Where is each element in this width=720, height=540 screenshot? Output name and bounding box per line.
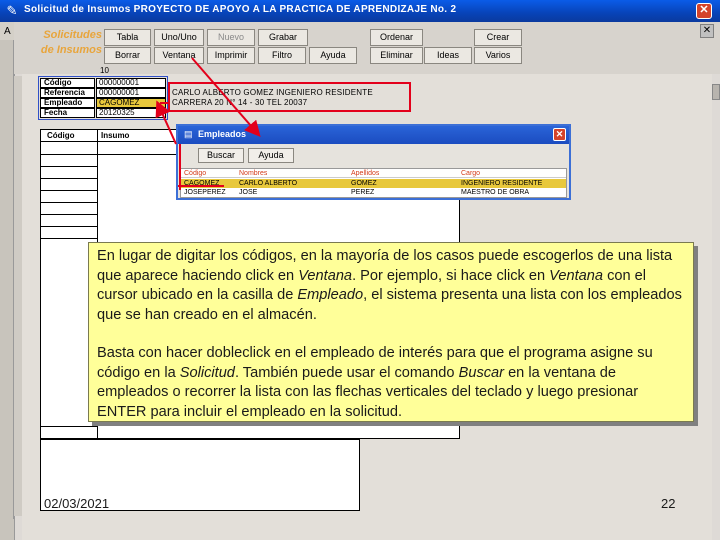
left-sidebar (0, 40, 14, 540)
row-nombres: JOSE (239, 189, 258, 196)
eliminar-button[interactable]: Eliminar (370, 47, 423, 64)
grid-row-line (41, 178, 97, 179)
grid-header-codigo: Código (47, 131, 75, 140)
crear-button[interactable]: Crear (474, 29, 522, 46)
employees-table-header: Código Nombres Apellidos Cargo (181, 169, 566, 178)
title-bar[interactable]: ✎ Solicitud de Insumos PROYECTO DE APOYO… (0, 0, 720, 22)
uno-uno-button[interactable]: Uno/Uno (154, 29, 204, 46)
borrar-button[interactable]: Borrar (104, 47, 151, 64)
dialog-ayuda-button[interactable]: Ayuda (248, 148, 294, 163)
ayuda-button[interactable]: Ayuda (309, 47, 357, 64)
scroll-handle[interactable] (712, 84, 720, 100)
grabar-button[interactable]: Grabar (258, 29, 308, 46)
empleados-dialog: ▤ Empleados ✕ Buscar Ayuda Código Nombre… (176, 124, 571, 200)
slide-page-number: 22 (661, 496, 676, 511)
filtro-button[interactable]: Filtro (258, 47, 306, 64)
form-left-strip (14, 76, 22, 516)
inner-close-icon[interactable]: ✕ (700, 24, 714, 38)
ventana-button[interactable]: Ventana (154, 47, 204, 64)
row-cargo: MAESTRO DE OBRA (461, 189, 530, 196)
slide-date: 02/03/2021 (44, 496, 110, 511)
grid-row-line (41, 166, 97, 167)
grid-row-line (41, 202, 97, 203)
record-number: 10 (100, 66, 109, 75)
grid-row-line (41, 214, 97, 215)
dialog-title: Empleados (198, 129, 247, 139)
grid-row-line (41, 426, 97, 427)
ideas-button[interactable]: Ideas (424, 47, 472, 64)
dialog-close-icon[interactable]: ✕ (553, 128, 566, 141)
varios-button[interactable]: Varios (474, 47, 522, 64)
table-row[interactable]: CAGOMEZ CARLO ALBERTO GOMEZ INGENIERO RE… (181, 179, 566, 188)
employee-info-highlight (168, 82, 411, 112)
grid-row-line (41, 226, 97, 227)
row-apellidos: GOMEZ (351, 180, 377, 187)
row-cargo: INGENIERO RESIDENTE (461, 180, 543, 187)
col-cargo: Cargo (461, 170, 481, 177)
explanation-callout: En lugar de digitar los códigos, en la m… (88, 242, 694, 422)
nuevo-button[interactable]: Nuevo (207, 29, 255, 46)
empleado-field[interactable]: CAGOMEZ (96, 98, 166, 108)
grid-row-line (41, 190, 97, 191)
dialog-icon: ▤ (184, 129, 193, 139)
employee-info-line2: CARRERA 20 N° 14 - 30 TEL 20037 (172, 98, 308, 107)
codigo-field[interactable]: 000000001 (96, 78, 166, 88)
fecha-label: Fecha (40, 108, 95, 118)
col-codigo: Código (184, 170, 207, 177)
employee-info-line1: CARLO ALBERTO GOMEZ INGENIERO RESIDENTE (172, 88, 373, 97)
referencia-label: Referencia (40, 88, 95, 98)
callout-paragraph-2: Basta con hacer dobleclick en el emplead… (97, 345, 653, 420)
ordenar-button[interactable]: Ordenar (370, 29, 423, 46)
dialog-title-bar[interactable]: ▤ Empleados ✕ (178, 126, 569, 144)
employees-table[interactable]: Código Nombres Apellidos Cargo CAGOMEZ C… (180, 168, 567, 198)
empleado-label: Empleado (40, 98, 95, 108)
section-title-line1: Solicitudes (43, 29, 102, 41)
row-codigo: JOSEPEREZ (184, 189, 226, 196)
col-apellidos: Apellidos (351, 170, 380, 177)
fecha-field[interactable]: 20120325 (96, 108, 166, 118)
section-title: Solicitudes de Insumos (18, 28, 102, 58)
grid-row-line (41, 238, 97, 239)
tabla-button[interactable]: Tabla (104, 29, 151, 46)
buscar-button[interactable]: Buscar (198, 148, 244, 163)
section-title-line2: de Insumos (40, 44, 102, 56)
col-nombres: Nombres (239, 170, 268, 177)
bottom-strip (0, 519, 14, 540)
grid-header-insumo: Insumo (101, 131, 130, 140)
side-letter: A (4, 26, 11, 37)
referencia-field[interactable]: 000000001 (96, 88, 166, 98)
callout-paragraph-1: En lugar de digitar los códigos, en la m… (97, 248, 682, 323)
window-title: Solicitud de Insumos PROYECTO DE APOYO A… (24, 4, 457, 15)
codigo-label: Código (40, 78, 95, 88)
row-codigo: CAGOMEZ (184, 180, 220, 187)
row-nombres: CARLO ALBERTO (239, 180, 298, 187)
table-row[interactable]: JOSEPEREZ JOSE PEREZ MAESTRO DE OBRA (181, 188, 566, 197)
row-apellidos: PEREZ (351, 189, 375, 196)
close-icon[interactable]: ✕ (696, 3, 712, 19)
app-icon: ✎ (6, 3, 18, 18)
imprimir-button[interactable]: Imprimir (207, 47, 255, 64)
